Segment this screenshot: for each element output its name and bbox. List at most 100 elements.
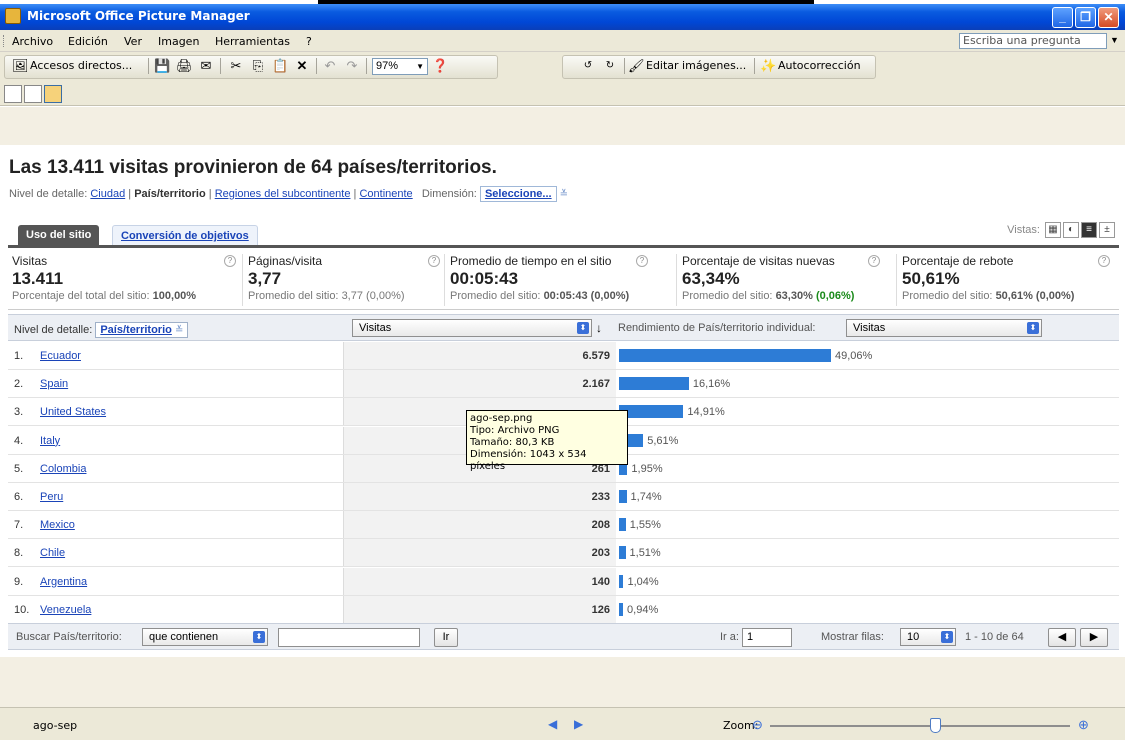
share-percent: 1,51% — [629, 547, 661, 560]
prev-page-button[interactable]: ◀ — [1048, 628, 1076, 647]
next-picture-icon[interactable]: ▶ — [574, 717, 583, 731]
toolbar: 🖼 Accesos directos... 💾 🖨 ✉ ✂ ⎘ 📋 ✕ ↶ ↷ … — [0, 52, 1125, 82]
metrics-scorecard: Visitas 13.411 Porcentaje del total del … — [8, 245, 1119, 310]
filmstrip-view-icon[interactable] — [24, 85, 42, 103]
menu-grip — [3, 35, 6, 47]
zoom-select[interactable]: 97% ▼ — [372, 58, 428, 75]
visits-cell: 140 — [344, 567, 616, 595]
country-link[interactable]: Colombia — [40, 463, 86, 475]
row-rank: 7. — [14, 519, 24, 532]
tab-site-usage[interactable]: Uso del sitio — [18, 225, 100, 245]
country-link[interactable]: Peru — [40, 491, 63, 503]
metric-select[interactable]: Visitas ⬍ — [352, 319, 592, 337]
detail-link-continent[interactable]: Continente — [359, 188, 412, 200]
menu-archivo[interactable]: Archivo — [12, 35, 53, 48]
country-link[interactable]: Chile — [40, 547, 65, 559]
table-view-icon[interactable]: ▦ — [1045, 222, 1061, 238]
filter-select[interactable]: que contienen ⬍ — [142, 628, 268, 646]
country-link[interactable]: Mexico — [40, 519, 75, 531]
rotate-right-icon[interactable]: ↻ — [602, 58, 618, 74]
share-bar — [619, 490, 627, 503]
ask-question-input[interactable]: Escriba una pregunta — [959, 33, 1107, 49]
status-filename: ago-sep — [33, 719, 78, 732]
shortcuts-icon[interactable]: 🖼 — [12, 58, 29, 74]
next-page-button[interactable]: ▶ — [1080, 628, 1108, 647]
country-link[interactable]: United States — [40, 406, 106, 418]
autocorrect-icon[interactable]: ✨ — [760, 58, 776, 74]
copy-icon[interactable]: ⎘ — [250, 58, 266, 74]
close-button[interactable]: ✕ — [1098, 7, 1119, 28]
dimension-select[interactable]: Seleccione... — [479, 186, 557, 202]
country-link[interactable]: Spain — [40, 378, 68, 390]
table-row: 6. Peru 233 1,74% — [8, 483, 1119, 511]
country-link[interactable]: Ecuador — [40, 350, 81, 362]
help-icon[interactable]: ❓ — [432, 58, 448, 74]
comparison-view-icon[interactable]: ± — [1099, 222, 1115, 238]
performance-select[interactable]: Visitas ⬍ — [846, 319, 1042, 337]
table-row: 10. Venezuela 126 0,94% — [8, 595, 1119, 624]
minimize-button[interactable]: _ — [1052, 7, 1073, 28]
print-icon[interactable]: 🖨 — [176, 58, 193, 74]
zoom-slider-thumb[interactable] — [930, 718, 941, 733]
performance-view-icon[interactable]: ≡ — [1081, 222, 1097, 238]
menu-edicion[interactable]: Edición — [68, 35, 108, 48]
row-rank: 5. — [14, 462, 24, 475]
help-icon[interactable]: ? — [868, 255, 880, 267]
thumbnail-view-icon[interactable] — [4, 85, 22, 103]
country-link[interactable]: Argentina — [40, 576, 87, 588]
search-input[interactable] — [278, 628, 420, 647]
edit-pictures-icon[interactable]: 🖌 — [628, 58, 645, 74]
ask-dropdown-icon[interactable]: ▼ — [1110, 35, 1119, 45]
menu-imagen[interactable]: Imagen — [158, 35, 199, 48]
restore-button[interactable]: ❐ — [1075, 7, 1096, 28]
visits-cell: 2.167 — [344, 370, 616, 398]
row-rank: 6. — [14, 491, 24, 503]
detail-link-subcontinent[interactable]: Regiones del subcontinente — [215, 188, 351, 200]
metric-avg-time: Promedio de tiempo en el sitio 00:05:43 … — [450, 254, 672, 312]
menu-ver[interactable]: Ver — [124, 35, 142, 48]
save-icon[interactable]: 💾 — [154, 58, 170, 74]
help-icon[interactable]: ? — [224, 255, 236, 267]
shortcuts-button[interactable]: Accesos directos... — [30, 59, 132, 72]
share-percent: 1,74% — [630, 491, 662, 503]
zoom-slider-track[interactable] — [770, 725, 1070, 727]
view-bar — [0, 82, 1125, 106]
autocorrect-button[interactable]: Autocorrección — [778, 59, 861, 72]
visits-cell: 126 — [344, 595, 616, 623]
undo-icon[interactable]: ↶ — [322, 58, 338, 74]
country-link[interactable]: Venezuela — [40, 604, 91, 616]
help-icon[interactable]: ? — [428, 255, 440, 267]
mail-icon[interactable]: ✉ — [198, 58, 214, 74]
pie-view-icon[interactable]: ◐ — [1063, 222, 1079, 238]
share-bar — [619, 518, 626, 532]
edit-pictures-button[interactable]: Editar imágenes... — [646, 59, 746, 72]
single-picture-view-icon[interactable] — [44, 85, 62, 103]
table-detail-select[interactable]: País/territorio ≚ — [95, 322, 189, 338]
goto-page-input[interactable]: 1 — [742, 628, 792, 647]
share-bar — [619, 602, 624, 616]
redo-icon[interactable]: ↷ — [344, 58, 360, 74]
menu-help[interactable]: ? — [306, 35, 312, 48]
app-icon — [5, 8, 21, 24]
country-link[interactable]: Italy — [40, 435, 60, 447]
paste-icon[interactable]: 📋 — [272, 58, 288, 74]
rotate-left-icon[interactable]: ↺ — [580, 58, 596, 74]
rows-per-page-select[interactable]: 10 ⬍ — [900, 628, 956, 646]
row-rank: 8. — [14, 547, 24, 560]
go-button[interactable]: Ir — [434, 628, 458, 647]
help-icon[interactable]: ? — [1098, 255, 1110, 267]
sort-desc-icon[interactable]: ↓ — [596, 321, 602, 335]
zoom-in-icon[interactable]: ⊕ — [1078, 717, 1089, 733]
share-percent: 1,95% — [631, 462, 663, 475]
previous-picture-icon[interactable]: ◀ — [548, 717, 557, 731]
window-title: Microsoft Office Picture Manager — [27, 9, 250, 23]
help-icon[interactable]: ? — [636, 255, 648, 267]
tab-goal-conversion[interactable]: Conversión de objetivos — [112, 225, 258, 245]
table-row: 1. Ecuador 6.579 49,06% — [8, 342, 1119, 370]
cut-icon[interactable]: ✂ — [228, 58, 244, 74]
views-switcher: Vistas: ▦ ◐ ≡ ± — [1007, 222, 1115, 238]
zoom-out-icon[interactable]: ⊖ — [752, 717, 763, 733]
menu-herramientas[interactable]: Herramientas — [215, 35, 290, 48]
delete-icon[interactable]: ✕ — [294, 58, 310, 74]
detail-link-city[interactable]: Ciudad — [90, 188, 125, 200]
